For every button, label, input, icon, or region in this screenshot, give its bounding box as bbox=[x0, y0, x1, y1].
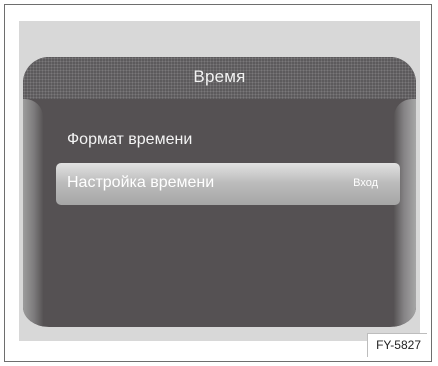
settings-screen: Время Формат времени Настройка времени В… bbox=[23, 57, 416, 327]
left-bezel bbox=[23, 99, 43, 327]
screen-title: Время bbox=[193, 67, 246, 86]
menu-item-time-setting[interactable]: Настройка времени Вход bbox=[56, 163, 400, 205]
figure-frame: Время Формат времени Настройка времени В… bbox=[4, 4, 432, 362]
enter-action-label: Вход bbox=[353, 177, 378, 189]
menu-item-time-setting-label: Настройка времени bbox=[67, 174, 215, 191]
figure-code-label: FY-5827 bbox=[367, 333, 427, 357]
right-bezel bbox=[394, 99, 416, 327]
menu-item-time-format[interactable]: Формат времени bbox=[67, 131, 192, 149]
screen-header: Время bbox=[23, 57, 416, 99]
